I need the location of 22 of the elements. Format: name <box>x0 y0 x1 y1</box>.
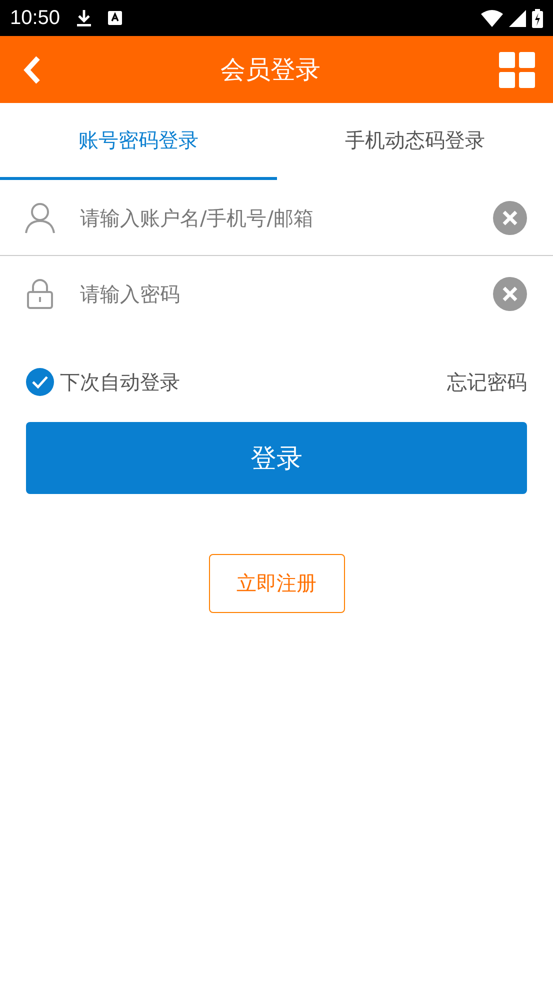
clock: 10:50 <box>10 6 60 30</box>
lock-icon <box>24 278 56 310</box>
clear-button[interactable] <box>493 200 527 234</box>
grid-menu-button[interactable] <box>499 52 535 88</box>
wifi-icon <box>481 10 503 26</box>
input-field[interactable]: 请输入密码 <box>78 280 493 306</box>
download-icon <box>76 9 92 27</box>
forgot-password-link[interactable]: 忘记密码 <box>447 368 527 396</box>
login-tab[interactable]: 账号密码登录 <box>0 103 276 180</box>
signal-icon <box>509 10 526 26</box>
user-icon <box>24 202 56 234</box>
keyboard-icon <box>108 11 122 25</box>
remember-checkbox[interactable] <box>26 368 54 396</box>
login-tab[interactable]: 手机动态码登录 <box>276 103 553 180</box>
register-button[interactable]: 立即注册 <box>208 554 344 613</box>
clear-button[interactable] <box>493 276 527 310</box>
input-field[interactable]: 请输入账户名/手机号/邮箱 <box>78 204 493 230</box>
login-button[interactable]: 登录 <box>26 422 527 494</box>
page-title: 会员登录 <box>220 54 320 86</box>
back-button[interactable] <box>22 54 42 84</box>
battery-icon <box>532 8 543 28</box>
remember-label: 下次自动登录 <box>60 368 180 396</box>
